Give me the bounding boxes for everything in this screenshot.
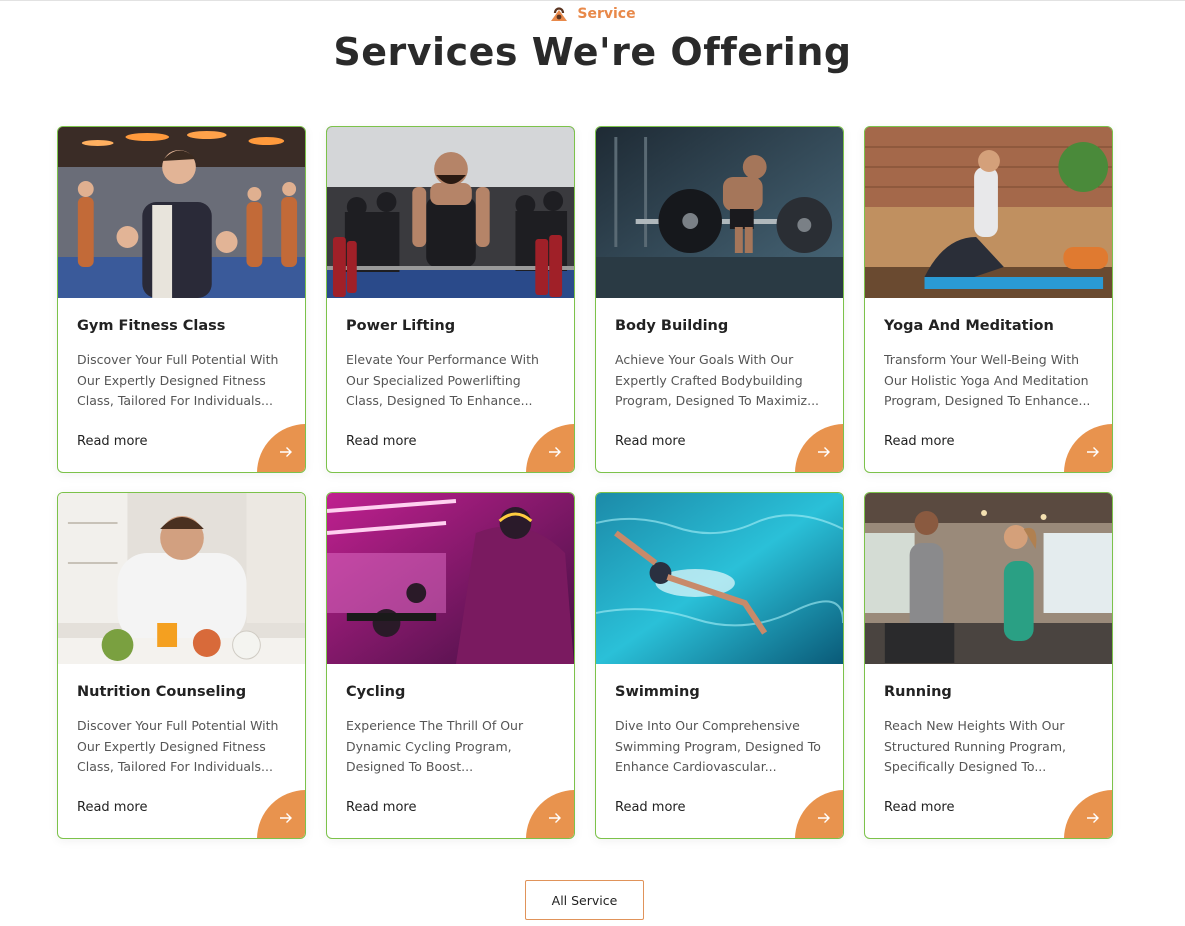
arrow-right-icon xyxy=(1086,446,1099,457)
running-photo[interactable] xyxy=(865,493,1112,664)
cycling-photo[interactable] xyxy=(327,493,574,664)
arrow-right-icon xyxy=(817,446,830,457)
powerlifting-photo[interactable] xyxy=(327,127,574,298)
services-grid: Gym Fitness Class Discover Your Full Pot… xyxy=(57,126,1113,839)
card-description: Transform Your Well-Being With Our Holis… xyxy=(884,352,1091,408)
arrow-right-icon xyxy=(548,446,561,457)
card-description: Discover Your Full Potential With Our Ex… xyxy=(77,352,279,408)
read-more-link[interactable]: Read more xyxy=(884,800,954,815)
read-more-link[interactable]: Read more xyxy=(346,800,416,815)
read-more-link[interactable]: Read more xyxy=(77,434,147,449)
read-more-link[interactable]: Read more xyxy=(615,800,685,815)
nutrition-photo[interactable] xyxy=(58,493,305,664)
card-arrow-button[interactable] xyxy=(526,424,574,472)
read-more-link[interactable]: Read more xyxy=(884,434,954,449)
arrow-right-icon xyxy=(279,446,292,457)
service-card[interactable]: Body Building Achieve Your Goals With Ou… xyxy=(595,126,844,473)
arrow-right-icon xyxy=(279,812,292,823)
service-card[interactable]: Running Reach New Heights With Our Struc… xyxy=(864,492,1113,839)
card-arrow-button[interactable] xyxy=(1064,424,1112,472)
card-title: Power Lifting xyxy=(346,318,456,334)
arrow-right-icon xyxy=(1086,812,1099,823)
card-description: Discover Your Full Potential With Our Ex… xyxy=(77,718,279,774)
read-more-link[interactable]: Read more xyxy=(346,434,416,449)
read-more-link[interactable]: Read more xyxy=(77,800,147,815)
card-description: Dive Into Our Comprehensive Swimming Pro… xyxy=(615,718,821,774)
arrow-right-icon xyxy=(817,812,830,823)
read-more-link[interactable]: Read more xyxy=(615,434,685,449)
card-description: Achieve Your Goals With Our Expertly Cra… xyxy=(615,352,820,408)
card-arrow-button[interactable] xyxy=(257,790,305,838)
card-title: Swimming xyxy=(615,684,700,700)
swimming-photo[interactable] xyxy=(596,493,843,664)
card-title: Running xyxy=(884,684,952,700)
card-arrow-button[interactable] xyxy=(795,790,843,838)
card-description: Reach New Heights With Our Structured Ru… xyxy=(884,718,1066,774)
eyebrow-label: Service xyxy=(577,6,636,22)
service-card[interactable]: Swimming Dive Into Our Comprehensive Swi… xyxy=(595,492,844,839)
kettlebell-icon xyxy=(551,7,568,21)
yoga-photo[interactable] xyxy=(865,127,1112,298)
card-title: Yoga And Meditation xyxy=(884,318,1054,334)
top-divider xyxy=(0,0,1185,1)
card-arrow-button[interactable] xyxy=(526,790,574,838)
service-card[interactable]: Gym Fitness Class Discover Your Full Pot… xyxy=(57,126,306,473)
bodybuilding-photo[interactable] xyxy=(596,127,843,298)
service-card[interactable]: Nutrition Counseling Discover Your Full … xyxy=(57,492,306,839)
service-card[interactable]: Power Lifting Elevate Your Performance W… xyxy=(326,126,575,473)
card-arrow-button[interactable] xyxy=(1064,790,1112,838)
arrow-right-icon xyxy=(548,812,561,823)
card-arrow-button[interactable] xyxy=(257,424,305,472)
card-description: Elevate Your Performance With Our Specia… xyxy=(346,352,539,408)
card-title: Gym Fitness Class xyxy=(77,318,226,334)
page-title: Services We're Offering xyxy=(333,30,852,74)
gym-class-photo[interactable] xyxy=(58,127,305,298)
card-title: Nutrition Counseling xyxy=(77,684,247,700)
card-title: Body Building xyxy=(615,318,729,334)
all-service-button[interactable]: All Service xyxy=(525,880,644,920)
service-card[interactable]: Yoga And Meditation Transform Your Well-… xyxy=(864,126,1113,473)
card-description: Experience The Thrill Of Our Dynamic Cyc… xyxy=(346,718,524,774)
card-title: Cycling xyxy=(346,684,406,700)
service-card[interactable]: Cycling Experience The Thrill Of Our Dyn… xyxy=(326,492,575,839)
card-arrow-button[interactable] xyxy=(795,424,843,472)
section-eyebrow: Service xyxy=(0,5,1185,23)
